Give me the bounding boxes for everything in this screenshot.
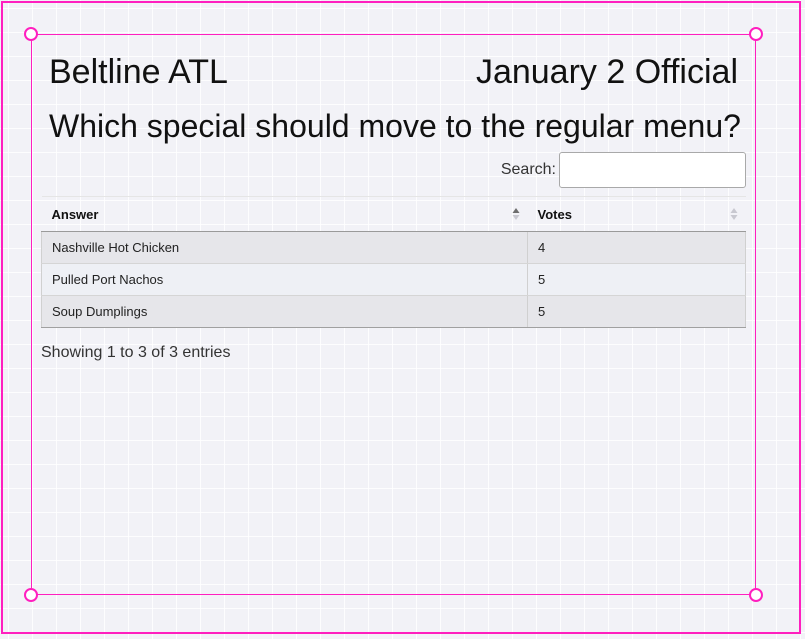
resize-handle-bottom-right[interactable] xyxy=(749,588,763,602)
answer-cell: Pulled Port Nachos xyxy=(41,263,528,296)
search-input[interactable] xyxy=(559,152,746,188)
table-row: Pulled Port Nachos 5 xyxy=(41,263,746,296)
answer-cell: Nashville Hot Chicken xyxy=(41,231,528,264)
search-filter: Search: xyxy=(440,152,746,188)
results-table: Answer Votes Nashville Hot Chicken 4 Pul… xyxy=(41,196,746,328)
sort-asc-icon xyxy=(512,208,519,220)
table-row: Nashville Hot Chicken 4 xyxy=(41,231,746,264)
resize-handle-top-right[interactable] xyxy=(749,27,763,41)
table-row: Soup Dumplings 5 xyxy=(41,295,746,328)
column-header-answer[interactable]: Answer xyxy=(41,196,528,232)
answer-cell: Soup Dumplings xyxy=(41,295,528,328)
date-title: January 2 Official xyxy=(475,53,738,91)
column-header-votes[interactable]: Votes xyxy=(527,196,746,232)
resize-handle-top-left[interactable] xyxy=(24,27,38,41)
votes-cell: 5 xyxy=(527,295,746,328)
sort-both-icon xyxy=(730,208,737,220)
poll-question: Which special should move to the regular… xyxy=(49,108,741,144)
search-label: Search: xyxy=(500,161,556,178)
header: Beltline ATL January 2 Official xyxy=(49,52,738,92)
table-info: Showing 1 to 3 of 3 entries xyxy=(41,344,231,361)
column-label-answer: Answer xyxy=(51,206,99,222)
table-header-row: Answer Votes xyxy=(41,196,746,232)
resize-handle-bottom-left[interactable] xyxy=(24,588,38,602)
location-title: Beltline ATL xyxy=(49,53,228,91)
votes-cell: 5 xyxy=(527,263,746,296)
column-label-votes: Votes xyxy=(537,206,572,222)
votes-cell: 4 xyxy=(527,231,746,264)
